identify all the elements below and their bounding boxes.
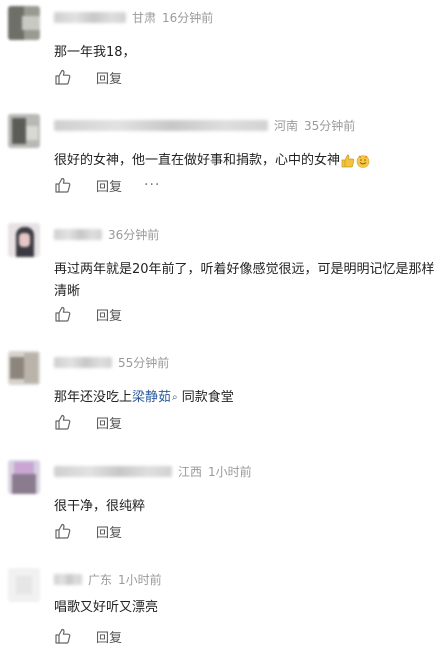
- location-label: 广东: [88, 572, 113, 587]
- comment-feed: 甘肃 16分钟前 那一年我18， 回复 河南 35分钟前 很好的女神，他一直在做…: [0, 0, 446, 646]
- timestamp: 35分钟前: [304, 118, 356, 133]
- username[interactable]: [54, 356, 112, 368]
- reply-button[interactable]: 回复: [96, 413, 122, 432]
- thumbs-up-icon[interactable]: [54, 68, 72, 86]
- smiling-face-emoji: [356, 154, 370, 168]
- comment-actions: 回复: [54, 522, 122, 541]
- comment-meta: 甘肃 16分钟前: [54, 9, 213, 25]
- comment-text-body: 很好的女神，他一直在做好事和捐款，心中的女神: [54, 153, 341, 168]
- comment-meta: 江西 1小时前: [54, 463, 252, 479]
- comment-meta: 广东 1小时前: [54, 571, 162, 587]
- comment-meta: 55分钟前: [54, 354, 169, 370]
- mention-link[interactable]: 梁静茹: [132, 390, 171, 405]
- location-label: 江西: [178, 464, 203, 479]
- comment-actions: 回复: [54, 68, 122, 87]
- reply-button[interactable]: 回复: [96, 305, 122, 324]
- reply-button[interactable]: 回复: [96, 176, 122, 195]
- reply-button[interactable]: 回复: [96, 522, 122, 541]
- avatar[interactable]: [8, 114, 40, 148]
- comment-text: 那一年我18，: [54, 45, 136, 60]
- username[interactable]: [54, 11, 126, 23]
- avatar[interactable]: [8, 460, 40, 494]
- comment-meta: 36分钟前: [54, 226, 159, 242]
- avatar[interactable]: [8, 351, 40, 385]
- thumbs-up-icon[interactable]: [54, 305, 72, 323]
- comment-text-before: 那年还没吃上: [54, 390, 133, 405]
- avatar[interactable]: [8, 568, 40, 602]
- more-options-button[interactable]: ···: [144, 177, 160, 193]
- thumbs-up-icon[interactable]: [54, 176, 72, 194]
- comment-meta: 河南 35分钟前: [54, 117, 355, 133]
- thumbs-up-icon[interactable]: [54, 522, 72, 540]
- location-label: 河南: [274, 118, 299, 133]
- avatar[interactable]: [8, 223, 40, 257]
- thumbs-up-icon[interactable]: [54, 413, 72, 431]
- username[interactable]: [54, 465, 172, 477]
- comment-text: 那年还没吃上梁静茹⌕ 同款食堂: [54, 387, 434, 409]
- username[interactable]: [54, 228, 102, 240]
- comment-text: 很干净，很纯粹: [54, 499, 146, 514]
- thumbs-up-emoji: [341, 154, 355, 167]
- search-icon[interactable]: ⌕: [172, 387, 178, 409]
- timestamp: 36分钟前: [108, 227, 160, 242]
- comment-actions: 回复 ···: [54, 176, 160, 195]
- reply-button[interactable]: 回复: [96, 68, 122, 87]
- timestamp: 1小时前: [118, 572, 162, 587]
- comment-text: 唱歌又好听又漂亮: [54, 600, 159, 615]
- timestamp: 55分钟前: [118, 355, 170, 370]
- username[interactable]: [54, 573, 82, 585]
- comment-actions: 回复: [54, 627, 122, 646]
- location-label: 甘肃: [132, 10, 157, 25]
- comment-text: 很好的女神，他一直在做好事和捐款，心中的女神: [54, 150, 434, 172]
- timestamp: 1小时前: [208, 464, 252, 479]
- comment-text: 再过两年就是20年前了，听着好像感觉很远，可是明明记忆是那样清晰: [54, 262, 435, 299]
- timestamp: 16分钟前: [162, 10, 214, 25]
- comment-text-after: 同款食堂: [181, 390, 234, 405]
- comment-actions: 回复: [54, 413, 122, 432]
- username[interactable]: [54, 119, 268, 131]
- avatar[interactable]: [8, 6, 40, 40]
- reply-button[interactable]: 回复: [96, 627, 122, 646]
- thumbs-up-icon[interactable]: [54, 627, 72, 645]
- comment-actions: 回复: [54, 305, 122, 324]
